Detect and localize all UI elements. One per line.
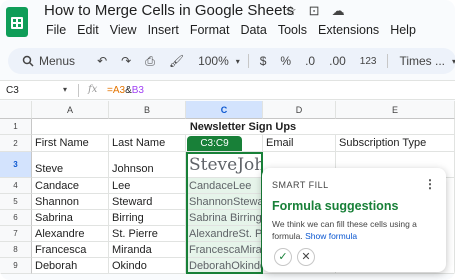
increase-decimal-button[interactable]: .00 [329,54,346,68]
menu-search[interactable]: Menus [8,54,90,68]
zoom-chevron-down-icon[interactable]: ▾ [236,57,240,66]
row-header-6[interactable]: 6 [0,210,32,226]
cell-b5[interactable]: Steward [109,194,186,210]
row-header-8[interactable]: 8 [0,242,32,258]
cell-a4[interactable]: Candace [32,178,109,194]
suggested-cell-c5[interactable]: ShannonSteward [186,194,263,210]
title-bar: How to Merge Cells in Google Sheets ☆ ⊡ … [0,0,455,46]
cell-a5[interactable]: Shannon [32,194,109,210]
cell-a8[interactable]: Francesca [32,242,109,258]
row-header-2[interactable]: 2 [0,135,32,152]
accept-check-icon[interactable]: ✓ [274,248,292,266]
row-header-4[interactable]: 4 [0,178,32,194]
sheets-logo-icon[interactable] [6,7,28,37]
function-icon: fx [88,84,98,95]
name-box[interactable]: C3 [6,85,19,96]
formula-ref-a3: =A3 [107,85,126,96]
star-icon[interactable]: ☆ [285,3,297,19]
move-folder-icon[interactable]: ⊡ [309,3,320,19]
cell-b4[interactable]: Lee [109,178,186,194]
document-title[interactable]: How to Merge Cells in Google Sheets [44,2,294,19]
cell-a6[interactable]: Sabrina [32,210,109,226]
menu-data[interactable]: Data [240,23,266,37]
column-header-d[interactable]: D [263,101,336,119]
zoom-select[interactable]: 100% [198,54,229,68]
menu-format[interactable]: Format [190,23,230,37]
currency-format-button[interactable]: $ [260,54,267,68]
menu-search-label: Menus [39,54,76,68]
cell-b3[interactable]: Johnson [109,152,186,178]
menu-edit[interactable]: Edit [77,23,99,37]
cell-a3[interactable]: Steve [32,152,109,178]
cell-b9[interactable]: Okindo [109,258,186,274]
menu-view[interactable]: View [110,23,137,37]
cloud-status-icon[interactable]: ☁ [332,3,345,19]
suggested-cell-c8[interactable]: FrancescaMiranda [186,242,263,258]
suggested-cell-c6[interactable]: Sabrina Birring [186,210,263,226]
select-all-corner[interactable] [0,101,32,119]
menu-file[interactable]: File [46,23,66,37]
reject-close-icon[interactable]: ✕ [297,248,315,266]
merged-title-cell[interactable]: Newsletter Sign Ups [32,119,455,135]
menu-extensions[interactable]: Extensions [318,23,379,37]
more-options-icon[interactable]: ⋮ [424,177,436,191]
row-header-9[interactable]: 9 [0,258,32,274]
row-header-5[interactable]: 5 [0,194,32,210]
column-header-a[interactable]: A [32,101,109,119]
number-format-button[interactable]: 123 [360,56,377,67]
undo-icon[interactable]: ↶ [97,54,107,68]
suggested-cell-c9[interactable]: DeborahOkindo [186,258,263,274]
toolbar-divider [247,54,249,68]
name-box-chevron-down-icon[interactable]: ▾ [63,85,67,94]
cell-a9[interactable]: Deborah [32,258,109,274]
range-chip: C3:C9 [187,136,242,151]
menu-help[interactable]: Help [390,23,416,37]
search-icon [22,55,34,67]
cell-c3[interactable]: SteveJohnson [186,152,263,178]
show-formula-link[interactable]: Show formula [305,231,357,241]
formula-input[interactable]: =A3&B3 [107,85,144,96]
column-header-e[interactable]: E [336,101,455,119]
cell-b7[interactable]: St. Pierre [109,226,186,242]
cell-a2[interactable]: First Name [32,135,109,152]
toolbar-divider [387,54,389,68]
formula-operator: & [125,85,132,96]
smart-fill-description: We think we can fill these cells using a… [272,218,440,242]
menu-tools[interactable]: Tools [278,23,307,37]
percent-format-button[interactable]: % [280,54,291,68]
suggested-cell-c4[interactable]: CandaceLee [186,178,263,194]
cell-d2[interactable]: Email [263,135,336,152]
cell-a7[interactable]: Alexandre [32,226,109,242]
redo-icon[interactable]: ↷ [121,54,131,68]
print-icon[interactable]: ⎙ [145,54,155,69]
font-select[interactable]: Times ... [399,54,445,68]
menu-bar: File Edit View Insert Format Data Tools … [46,23,416,37]
row-header-3[interactable]: 3 [0,152,32,178]
suggested-cell-c7[interactable]: AlexandreSt. Pierre [186,226,263,242]
cell-e2[interactable]: Subscription Type [336,135,455,152]
smart-fill-popup: SMART FILL ⋮ Formula suggestions We thin… [262,168,446,272]
smart-fill-title: Formula suggestions [272,199,399,213]
cell-b8[interactable]: Miranda [109,242,186,258]
row-header-1[interactable]: 1 [0,119,32,135]
column-header-c[interactable]: C [186,101,263,119]
cell-b6[interactable]: Birring [109,210,186,226]
sheets-window: How to Merge Cells in Google Sheets ☆ ⊡ … [0,0,455,280]
smart-fill-label: SMART FILL [272,180,329,190]
decrease-decimal-button[interactable]: .0 [305,54,315,68]
cell-b2[interactable]: Last Name [109,135,186,152]
row-header-7[interactable]: 7 [0,226,32,242]
menu-insert[interactable]: Insert [148,23,179,37]
column-header-b[interactable]: B [109,101,186,119]
formula-ref-b3: B3 [131,85,144,96]
formula-bar: C3 ▾ fx =A3&B3 [0,80,455,100]
formula-divider [78,84,79,97]
paint-format-icon[interactable]: 🖌︎ [169,54,184,68]
toolbar: Menus ↶ ↷ ⎙ 🖌︎ 100% ▾ $ % .0 .00 123 Tim… [8,48,455,74]
